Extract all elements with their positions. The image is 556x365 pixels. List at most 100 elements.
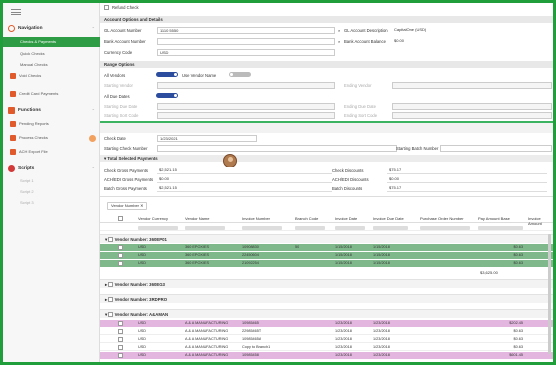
row-checkbox[interactable]: [118, 253, 123, 258]
hamburger-menu-icon[interactable]: [11, 9, 21, 15]
sidebar-item-quick-checks[interactable]: Quick Checks: [3, 49, 100, 59]
sidebar-item-void-checks[interactable]: Void Checks: [3, 71, 100, 81]
filter-input[interactable]: [373, 226, 408, 230]
sidebar-item-process-checks[interactable]: Process Checks: [3, 133, 100, 143]
cell-date: 1/23/2018: [335, 345, 352, 349]
table-row[interactable]: USD 360 EPOXIES 22450604 1/15/2018 1/15/2018…: [100, 252, 553, 259]
currency-input[interactable]: USD: [157, 49, 335, 56]
grid-filter-row: [100, 224, 553, 231]
group-band-AAMAN[interactable]: ▾ Vendor Number: A&AMAN: [100, 309, 553, 318]
cell-amount: $0.63: [513, 245, 523, 249]
sidebar-item-pending-reports[interactable]: Pending Reports: [3, 119, 100, 129]
table-row[interactable]: USD A & A MANUFACTURING Copy to Branch1 1/2…: [100, 344, 553, 351]
cell-currency: USD: [138, 245, 147, 249]
ending-due-date-input[interactable]: [392, 103, 552, 110]
col-pay-amount-base[interactable]: Pay Amount Base: [478, 216, 510, 221]
cell-name: A & A MANUFACTURING: [185, 329, 229, 333]
row-checkbox[interactable]: [118, 345, 123, 350]
chevron-up-icon[interactable]: ⌃: [92, 166, 95, 171]
use-vendor-name-toggle[interactable]: [229, 72, 251, 77]
cell-name: A & A MANUFACTURING: [185, 337, 229, 341]
gl-account-input[interactable]: 1110 5550: [157, 27, 335, 34]
ending-vendor-input[interactable]: [392, 82, 552, 89]
chevron-up-icon[interactable]: ⌃: [92, 108, 95, 113]
cell-date: 1/23/2018: [335, 321, 352, 325]
group-checkbox[interactable]: [108, 297, 114, 302]
refund-checkbox[interactable]: [104, 5, 109, 10]
cell-name: A & A MANUFACTURING: [185, 353, 229, 357]
sidebar-section-scripts[interactable]: Scripts ⌃: [3, 161, 100, 176]
col-invoice-number[interactable]: Invoice Number: [242, 216, 270, 221]
starting-due-date-input[interactable]: [157, 103, 335, 110]
all-vendors-toggle[interactable]: [156, 72, 178, 77]
sidebar-item-manual-checks[interactable]: Manual Checks: [3, 60, 100, 70]
col-branch-code[interactable]: Branch Code: [295, 216, 318, 221]
row-checkbox[interactable]: [118, 245, 123, 250]
col-invoice-date[interactable]: Invoice Date: [335, 216, 357, 221]
sidebar-item-credit-card-payments[interactable]: Credit Card Payments: [3, 89, 100, 99]
cell-name: 360 EPOXIES: [185, 245, 210, 249]
sidebar-item-script-2[interactable]: Script 2: [3, 187, 100, 197]
all-due-dates-toggle[interactable]: [156, 93, 178, 98]
table-row[interactable]: USD A & A MANUFACTURING 22985465T 1/23/2018…: [100, 328, 553, 335]
row-checkbox[interactable]: [118, 261, 123, 266]
cell-date: 1/15/2018: [335, 253, 352, 257]
group-band-360EP01[interactable]: ▾ Vendor Number: 360EP01: [100, 234, 553, 243]
chevron-up-icon[interactable]: ⌃: [92, 26, 95, 31]
starting-vendor-input[interactable]: [157, 82, 335, 89]
select-all-checkbox[interactable]: [118, 216, 123, 221]
cell-amount: $0.63: [513, 337, 523, 341]
bank-account-input[interactable]: [157, 38, 335, 45]
sidebar-item-script-1[interactable]: Script 1: [3, 176, 100, 186]
group-band-360EG3[interactable]: ▸ Vendor Number: 360EG3: [100, 279, 553, 288]
table-row[interactable]: USD 360 EPOXIES 21092254 1/15/2018 1/15/2018…: [100, 260, 553, 267]
filter-input[interactable]: [420, 226, 470, 230]
filter-input[interactable]: [295, 226, 325, 230]
group-checkbox[interactable]: [108, 312, 114, 317]
col-vendor-currency[interactable]: Vendor Currency: [138, 216, 168, 221]
sidebar-item-ach-export[interactable]: ACH Export File: [3, 147, 100, 157]
search-icon[interactable]: ⌕: [338, 39, 340, 44]
row-checkbox[interactable]: [118, 337, 123, 342]
col-vendor-name[interactable]: Vendor Name: [185, 216, 209, 221]
col-invoice-due-date[interactable]: Invoice Due Date: [373, 216, 404, 221]
filter-input[interactable]: [242, 226, 282, 230]
group-by-vendor-chip[interactable]: Vendor Number ✕: [107, 202, 148, 210]
user-avatar[interactable]: [223, 154, 237, 168]
search-icon[interactable]: ⌕: [338, 28, 340, 33]
starting-check-input[interactable]: [157, 145, 397, 152]
void-checks-icon: [10, 73, 16, 79]
totals-header: ▾ Total Selected Payments: [100, 155, 553, 162]
filter-input[interactable]: [185, 226, 225, 230]
group-band-3RDPRO[interactable]: ▸ Vendor Number: 3RDPRO: [100, 294, 553, 303]
sidebar-section-navigation[interactable]: Navigation ⌃: [3, 21, 100, 36]
grid-header-row: Vendor Currency Vendor Name Invoice Numb…: [100, 214, 553, 226]
group-checkbox[interactable]: [108, 282, 114, 287]
filter-input[interactable]: [478, 226, 523, 230]
section-gap: [100, 123, 553, 133]
cell-name: 360 EPOXIES: [185, 261, 210, 265]
table-row[interactable]: USD 360 EPOXIES 10908830 50 1/15/2018 1/15/20…: [100, 244, 553, 251]
gl-description-value: CapitalOne (USD): [392, 27, 542, 34]
row-checkbox[interactable]: [118, 329, 123, 334]
row-checkbox[interactable]: [118, 321, 123, 326]
sidebar-item-checks-payments[interactable]: Checks & Payments: [3, 37, 100, 47]
ending-sort-input[interactable]: [392, 112, 552, 119]
vertical-scrollbar[interactable]: [548, 234, 551, 354]
sidebar-section-functions[interactable]: Functions ⌃: [3, 103, 100, 118]
starting-batch-input[interactable]: [440, 145, 552, 152]
col-po-number[interactable]: Purchase Order Number: [420, 216, 464, 221]
table-row[interactable]: USD A & A MANUFACTURING 10985465 1/23/2018 1…: [100, 320, 553, 327]
cell-amount: $0.63: [513, 253, 523, 257]
check-gross-value: $2,521.15: [157, 167, 332, 174]
starting-sort-input[interactable]: [157, 112, 335, 119]
check-date-input[interactable]: 1/23/2021: [157, 135, 257, 142]
filter-input[interactable]: [138, 226, 178, 230]
filter-input[interactable]: [335, 226, 365, 230]
sidebar-item-script-3[interactable]: Script 3: [3, 198, 100, 208]
table-row[interactable]: USD A & A MANUFACTURING 10985458 1/23/2018 1…: [100, 352, 553, 359]
group-checkbox[interactable]: [108, 237, 114, 242]
table-row[interactable]: USD A & A MANUFACTURING 10985465A 1/23/2018…: [100, 336, 553, 343]
main-content: Refund Check Account Options and Details…: [100, 3, 553, 362]
row-checkbox[interactable]: [118, 353, 123, 358]
